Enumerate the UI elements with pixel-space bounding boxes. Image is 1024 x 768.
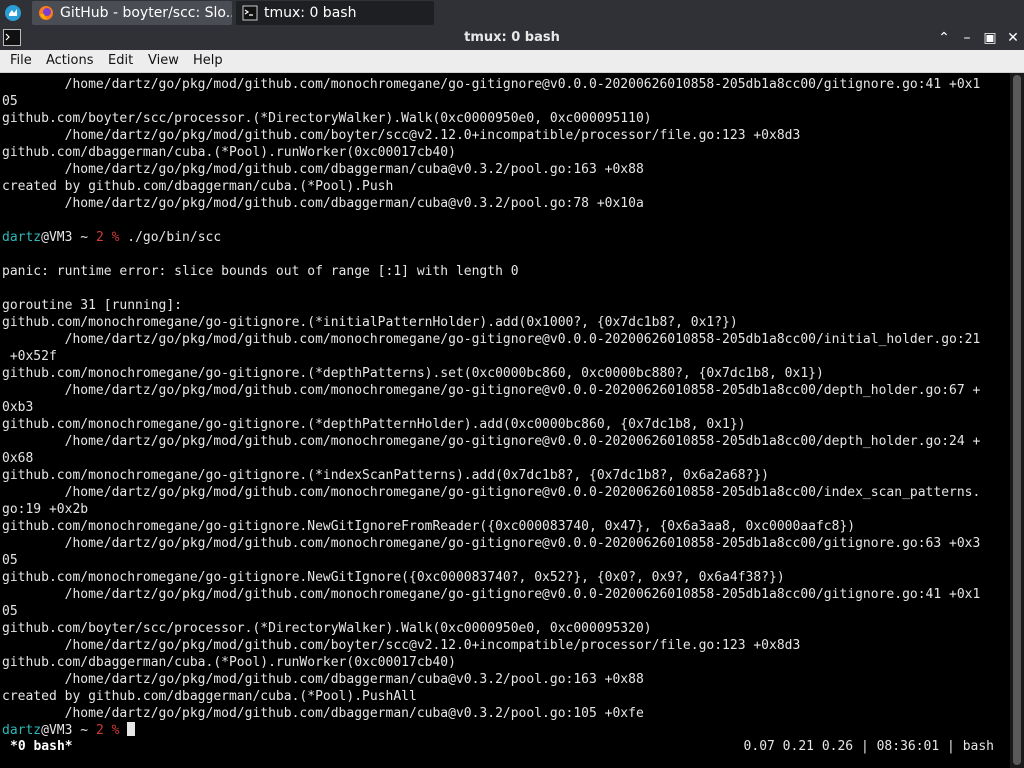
maximize-up-icon[interactable]: ⌃ xyxy=(934,28,954,48)
terminal-line: goroutine 31 [running]: xyxy=(2,298,183,313)
terminal-line: /home/dartz/go/pkg/mod/github.com/monoch… xyxy=(2,77,981,92)
terminal-line: 05 xyxy=(2,94,18,109)
terminal-line: panic: runtime error: slice bounds out o… xyxy=(2,264,519,279)
taskbar: GitHub - boyter/scc: Slo... tmux: 0 bash xyxy=(0,0,1024,26)
scrollbar-thumb[interactable] xyxy=(1013,75,1021,765)
terminal-line: +0x52f xyxy=(2,349,57,364)
terminal-line: /home/dartz/go/pkg/mod/github.com/monoch… xyxy=(2,332,981,347)
terminal-line: 05 xyxy=(2,553,18,568)
terminal-line: github.com/monochromegane/go-gitignore.N… xyxy=(2,519,856,534)
window-titlebar[interactable]: tmux: 0 bash ⌃ – ▣ ✕ xyxy=(0,26,1024,50)
menu-actions[interactable]: Actions xyxy=(46,50,94,72)
terminal-line: /home/dartz/go/pkg/mod/github.com/boyter… xyxy=(2,128,801,143)
tmux-system-status: 0.07 0.21 0.26 | 08:36:01 | bash xyxy=(743,739,994,754)
close-icon[interactable]: ✕ xyxy=(1003,28,1023,48)
start-menu-icon[interactable] xyxy=(4,4,22,22)
terminal-prompt: dartz@VM3 ~ 2 % xyxy=(2,722,136,739)
prompt-user: dartz xyxy=(2,723,42,738)
terminal-line: github.com/monochromegane/go-gitignore.(… xyxy=(2,366,824,381)
terminal-line: /home/dartz/go/pkg/mod/github.com/boyter… xyxy=(2,638,801,653)
terminal-prompt: dartz@VM3 ~ 2 % ./go/bin/scc xyxy=(2,229,221,246)
prompt-command: ./go/bin/scc xyxy=(127,230,222,245)
taskbar-task-firefox[interactable]: GitHub - boyter/scc: Slo... xyxy=(32,1,232,25)
terminal-line: /home/dartz/go/pkg/mod/github.com/dbagge… xyxy=(2,672,644,687)
terminal-icon xyxy=(242,5,258,21)
terminal-line: /home/dartz/go/pkg/mod/github.com/monoch… xyxy=(2,485,981,500)
prompt-user: dartz xyxy=(2,230,42,245)
terminal-line: 0xb3 xyxy=(2,400,34,415)
menu-help[interactable]: Help xyxy=(193,50,223,72)
prompt-host: @VM3 ~ xyxy=(41,723,96,738)
terminal-line: github.com/monochromegane/go-gitignore.(… xyxy=(2,315,738,330)
terminal-line: github.com/dbaggerman/cuba.(*Pool).runWo… xyxy=(2,655,456,670)
terminal-output[interactable]: /home/dartz/go/pkg/mod/github.com/monoch… xyxy=(0,73,1010,768)
restore-icon[interactable]: ▣ xyxy=(980,28,1000,48)
prompt-host: @VM3 ~ xyxy=(41,230,96,245)
terminal-line: github.com/monochromegane/go-gitignore.N… xyxy=(2,570,785,585)
terminal-line: /home/dartz/go/pkg/mod/github.com/dbagge… xyxy=(2,162,644,177)
terminal-line: github.com/monochromegane/go-gitignore.(… xyxy=(2,468,770,483)
window-title: tmux: 0 bash xyxy=(464,30,560,45)
terminal-line: /home/dartz/go/pkg/mod/github.com/dbagge… xyxy=(2,706,644,721)
firefox-icon xyxy=(39,6,53,20)
terminal-scrollbar[interactable] xyxy=(1010,73,1024,768)
terminal-line: 0x68 xyxy=(2,451,34,466)
prompt-symbol: % xyxy=(103,723,128,738)
terminal-line: created by github.com/dbaggerman/cuba.(*… xyxy=(2,179,394,194)
terminal-line: github.com/boyter/scc/processor.(*Direct… xyxy=(2,621,652,636)
menu-bar: File Actions Edit View Help xyxy=(0,50,1024,73)
terminal-line: /home/dartz/go/pkg/mod/github.com/monoch… xyxy=(2,536,981,551)
text-cursor xyxy=(127,722,136,736)
terminal-line: /home/dartz/go/pkg/mod/github.com/monoch… xyxy=(2,587,981,602)
menu-view[interactable]: View xyxy=(148,50,179,72)
minimize-icon[interactable]: – xyxy=(957,28,977,48)
taskbar-task-tmux[interactable]: tmux: 0 bash xyxy=(236,1,434,25)
menu-file[interactable]: File xyxy=(10,50,32,72)
taskbar-task-label: tmux: 0 bash xyxy=(264,5,357,21)
terminal-line: created by github.com/dbaggerman/cuba.(*… xyxy=(2,689,417,704)
terminal-line: go:19 +0x2b xyxy=(2,502,89,517)
tmux-window-status: *0 bash* xyxy=(10,739,73,754)
terminal-line: /home/dartz/go/pkg/mod/github.com/monoch… xyxy=(2,383,981,398)
terminal-line: github.com/boyter/scc/processor.(*Direct… xyxy=(2,111,652,126)
menu-edit[interactable]: Edit xyxy=(108,50,133,72)
terminal-line: github.com/dbaggerman/cuba.(*Pool).runWo… xyxy=(2,145,456,160)
taskbar-task-label: GitHub - boyter/scc: Slo... xyxy=(60,5,232,21)
terminal-line: github.com/monochromegane/go-gitignore.(… xyxy=(2,417,746,432)
terminal-line: /home/dartz/go/pkg/mod/github.com/dbagge… xyxy=(2,196,644,211)
prompt-exit-code: 2 xyxy=(95,230,104,245)
terminal-line: /home/dartz/go/pkg/mod/github.com/monoch… xyxy=(2,434,981,449)
prompt-symbol: % xyxy=(103,230,128,245)
terminal-line: 05 xyxy=(2,604,18,619)
prompt-exit-code: 2 xyxy=(95,723,104,738)
